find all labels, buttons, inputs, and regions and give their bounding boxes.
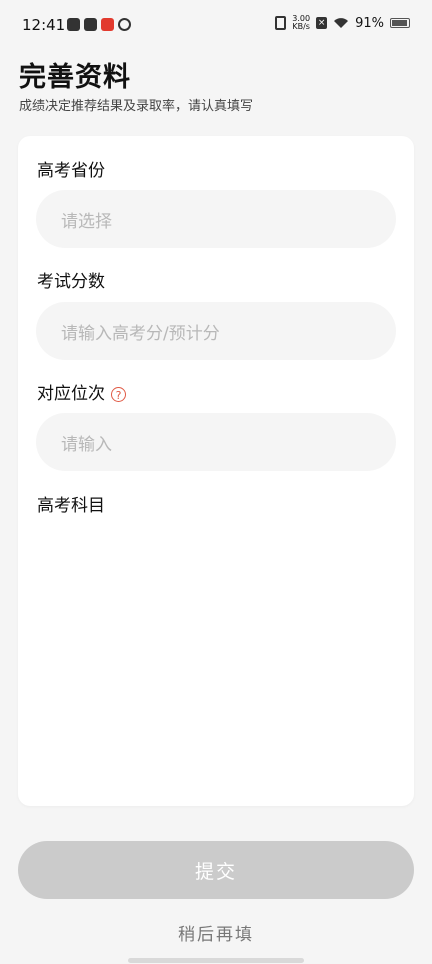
- page-title: 完善资料: [19, 62, 131, 93]
- rank-placeholder: 请输入: [61, 434, 112, 455]
- province-placeholder: 请选择: [61, 211, 112, 232]
- no-sim-icon: ×: [316, 17, 328, 29]
- fill-later-link[interactable]: 稍后再填: [0, 920, 432, 945]
- wifi-icon: [334, 18, 349, 28]
- vibrate-icon: [275, 16, 287, 30]
- status-bar: 12:41 3.00 KB/s × 91%: [0, 0, 432, 50]
- status-time: 12:41: [22, 16, 66, 34]
- battery-percent: 91%: [355, 15, 384, 31]
- network-speed: 3.00 KB/s: [292, 15, 310, 31]
- subjects-label: 高考科目: [37, 496, 105, 516]
- battery-icon: [390, 18, 410, 28]
- page-subtitle: 成绩决定推荐结果及录取率，请认真填写: [19, 99, 254, 114]
- rank-input[interactable]: 请输入: [36, 413, 396, 471]
- network-speed-unit: KB/s: [292, 22, 310, 31]
- province-select[interactable]: 请选择: [36, 190, 396, 248]
- profile-form-card: 高考省份 请选择 考试分数 请输入高考分/预计分 对应位次? 请输入 高考科目: [18, 136, 414, 806]
- status-right: 3.00 KB/s × 91%: [275, 15, 410, 31]
- rank-label: 对应位次: [37, 384, 105, 404]
- submit-button[interactable]: 提交: [18, 841, 414, 899]
- score-placeholder: 请输入高考分/预计分: [61, 323, 220, 344]
- score-input[interactable]: 请输入高考分/预计分: [36, 302, 396, 360]
- help-icon[interactable]: ?: [111, 386, 126, 402]
- rank-label-row: 对应位次?: [37, 379, 126, 404]
- message-icon: [67, 18, 80, 31]
- tiktok-icon: [84, 18, 97, 31]
- home-indicator[interactable]: [128, 958, 304, 963]
- sync-icon: [118, 18, 131, 31]
- province-label: 高考省份: [37, 161, 105, 181]
- notification-icons: [67, 18, 131, 31]
- score-label: 考试分数: [37, 272, 105, 292]
- app-notification-icon: [101, 18, 114, 31]
